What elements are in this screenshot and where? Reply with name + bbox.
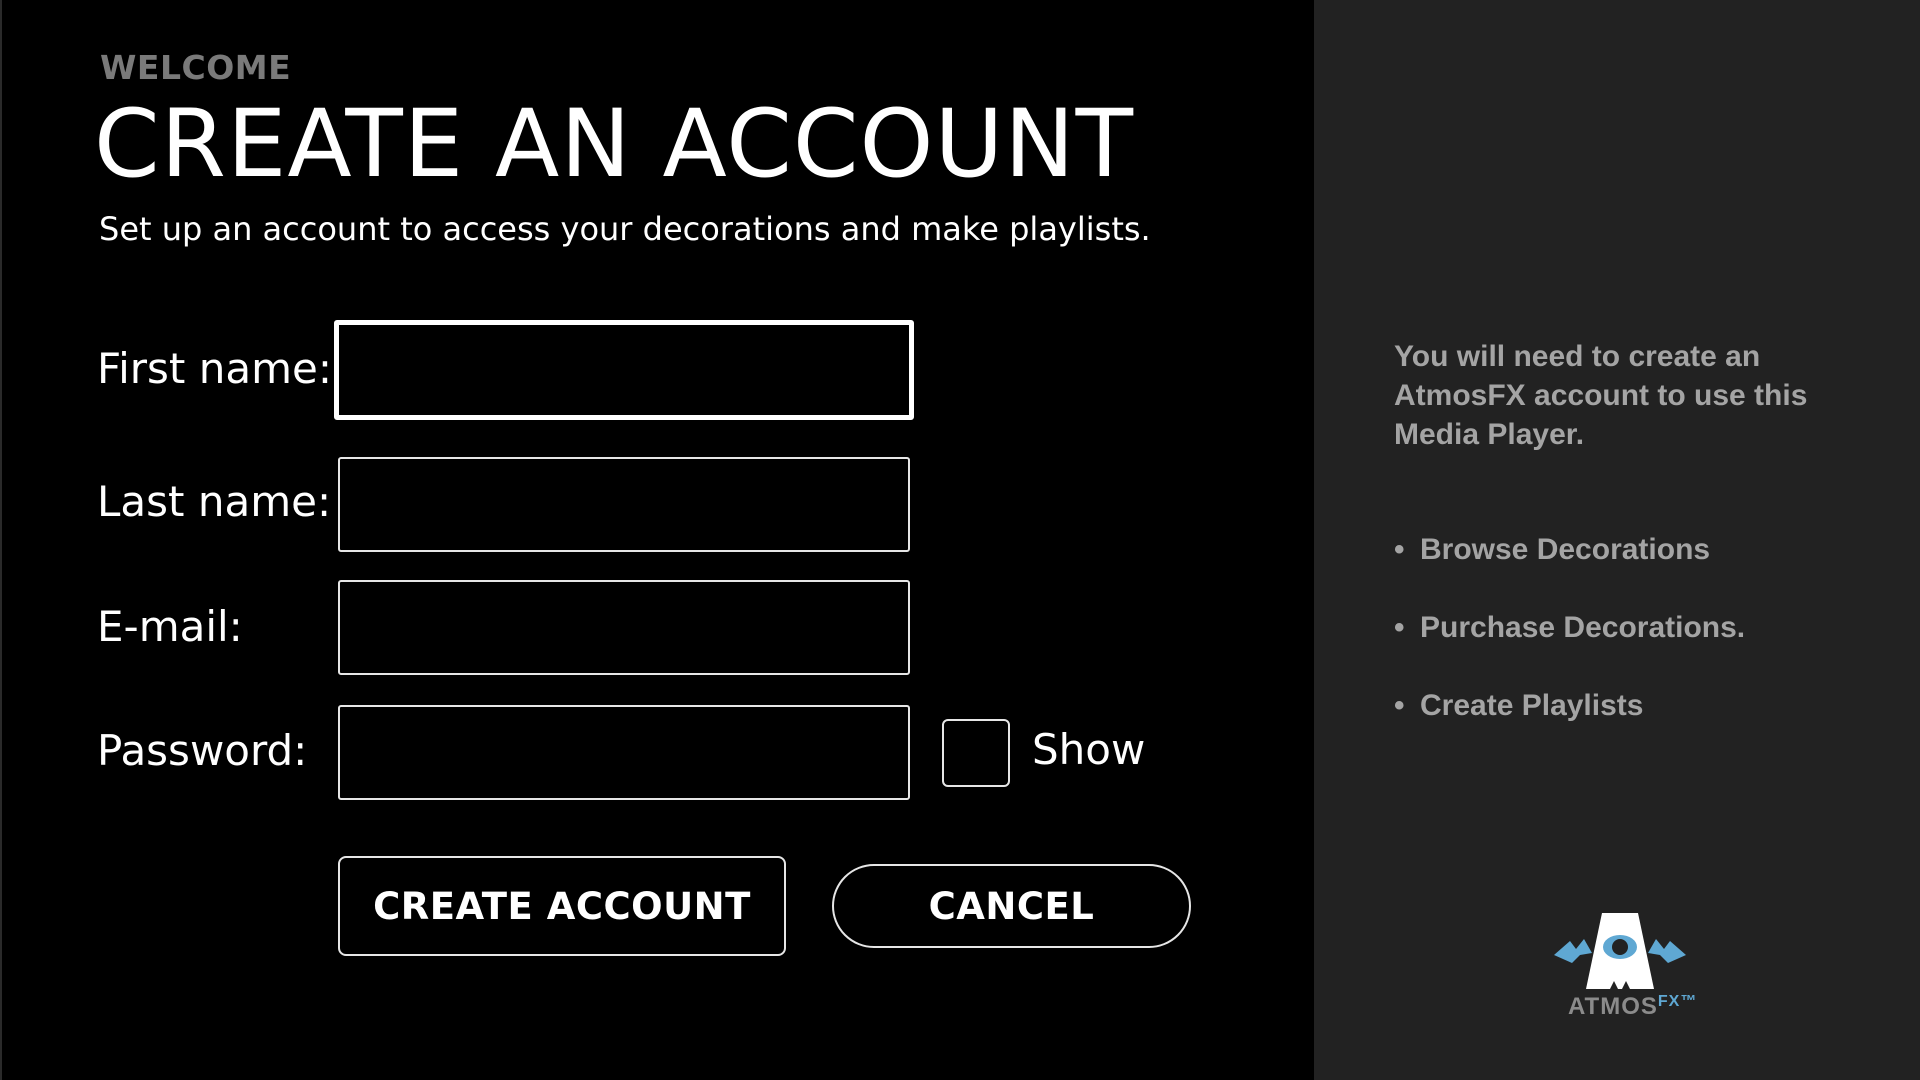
logo-main-text: ATMOS (1568, 993, 1658, 1020)
password-input[interactable] (338, 705, 910, 800)
first-name-label: First name: (97, 344, 332, 393)
right-wing-icon (1648, 939, 1686, 963)
bullet-icon: • (1394, 611, 1405, 644)
bullet-icon: • (1394, 689, 1405, 722)
page-title: CREATE AN ACCOUNT (94, 90, 1134, 199)
main-panel: WELCOME CREATE AN ACCOUNT Set up an acco… (0, 0, 1314, 1080)
feature-item: • Create Playlists (1394, 689, 1643, 723)
last-name-input[interactable] (338, 457, 910, 552)
logo-trademark: ™ (1680, 993, 1698, 1010)
email-label: E-mail: (97, 602, 243, 651)
feature-label: Browse Decorations (1420, 533, 1711, 566)
logo-fx-text: FX (1657, 993, 1681, 1010)
page-subtitle: Set up an account to access your decorat… (99, 210, 1151, 248)
left-wing-icon (1554, 939, 1592, 963)
email-input[interactable] (338, 580, 910, 675)
feature-label: Create Playlists (1420, 689, 1644, 722)
create-account-button[interactable]: CREATE ACCOUNT (338, 856, 786, 956)
show-password-checkbox[interactable] (942, 719, 1010, 787)
feature-label: Purchase Decorations. (1420, 611, 1746, 644)
logo-wordmark: ATMOSFX™ (1568, 993, 1697, 1021)
bullet-icon: • (1394, 533, 1405, 566)
feature-item: • Browse Decorations (1394, 533, 1710, 567)
panel-edge (0, 0, 2, 1080)
create-account-screen: WELCOME CREATE AN ACCOUNT Set up an acco… (0, 0, 1920, 1080)
sidebar-intro: You will need to create an AtmosFX accou… (1394, 340, 1808, 451)
show-password-label[interactable]: Show (1032, 725, 1145, 774)
last-name-label: Last name: (97, 477, 332, 526)
password-label: Password: (97, 726, 308, 775)
feature-item: • Purchase Decorations. (1394, 611, 1745, 645)
cancel-button[interactable]: CANCEL (832, 864, 1191, 948)
welcome-eyebrow: WELCOME (100, 48, 292, 87)
first-name-input[interactable] (334, 320, 914, 420)
